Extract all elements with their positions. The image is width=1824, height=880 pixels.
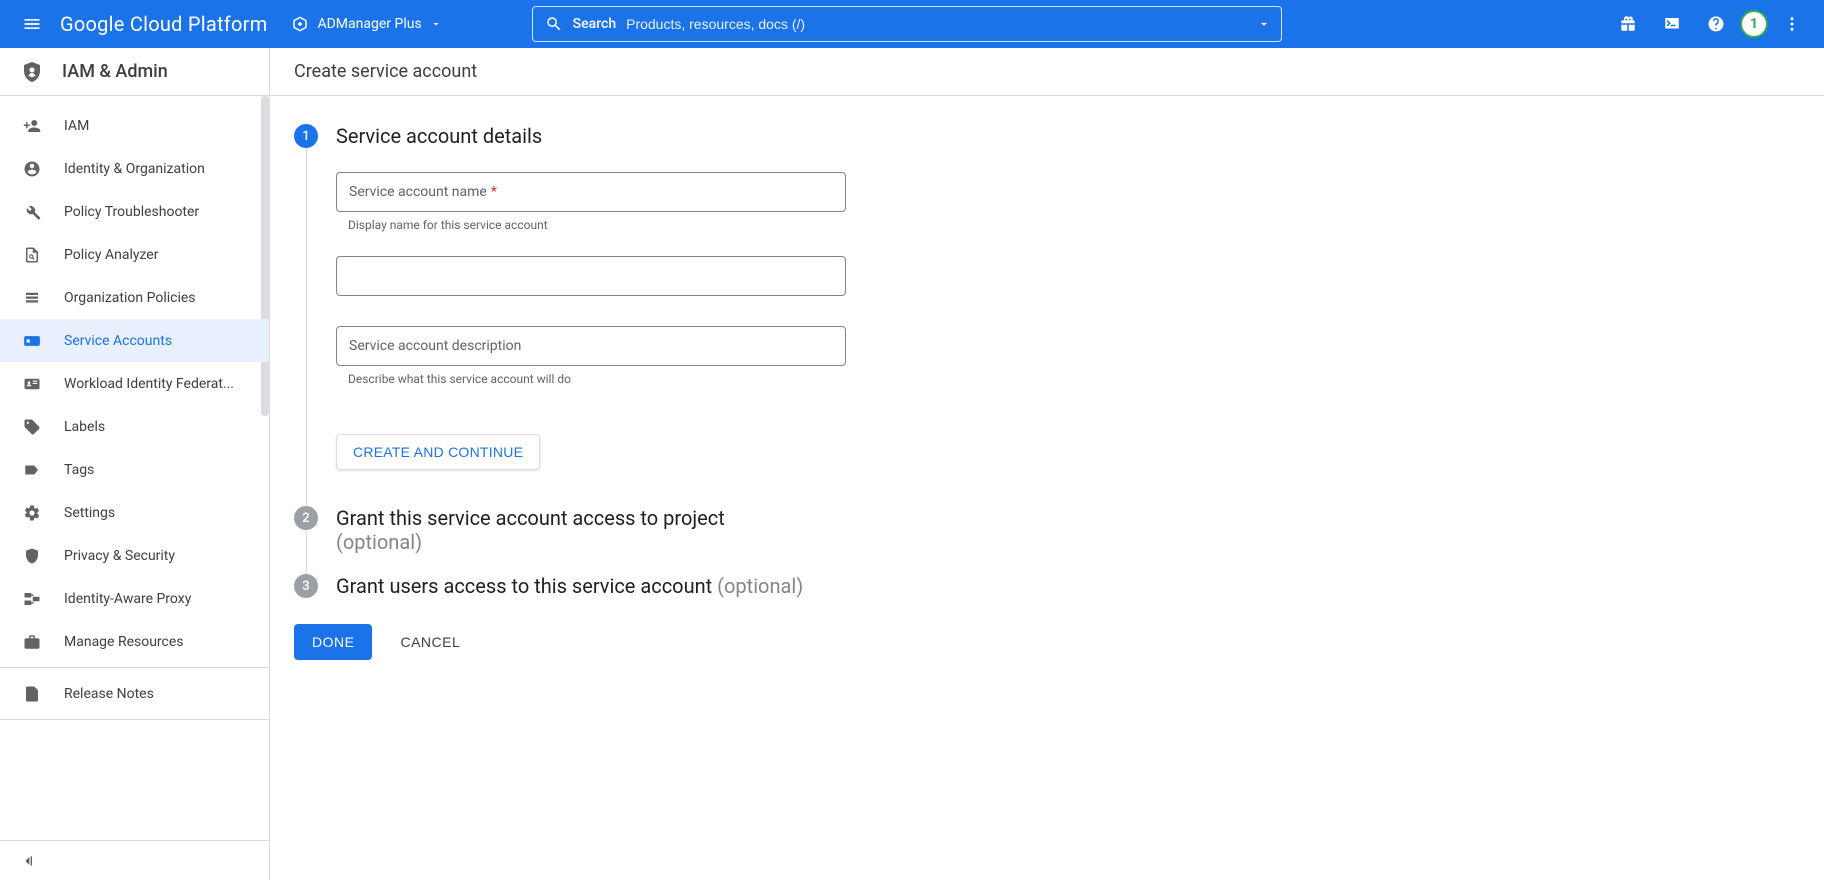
sidebar-item-label: Release Notes [64,686,253,702]
more-button[interactable] [1772,0,1812,48]
nav-menu-button[interactable] [8,0,56,48]
sidebar-item-label: Service Accounts [64,333,253,349]
help-button[interactable] [1696,0,1736,48]
desc-input-placeholder: Service account description [349,338,521,354]
service-account-description-field[interactable]: Service account description Describe wha… [336,326,846,386]
notifications-button[interactable]: 1 [1740,0,1768,48]
search-box[interactable]: Search [532,6,1282,42]
help-icon [1707,15,1725,33]
sidebar-item-label: Tags [64,462,253,478]
sidebar-item-label: IAM [64,118,253,134]
sidebar-item-policy-troubleshooter[interactable]: Policy Troubleshooter [0,190,269,233]
avatar-badge: 1 [1740,10,1768,38]
sidebar-collapse-button[interactable] [0,840,269,880]
step-2-badge: 2 [294,506,318,530]
project-name: ADManager Plus [317,16,421,32]
search-icon [545,15,563,33]
menu-icon [22,14,42,34]
step-1-title: Service account details [336,124,1194,148]
main: Create service account 1 Service account… [270,48,1824,880]
sidebar-item-manage-resources[interactable]: Manage Resources [0,620,269,663]
sidebar-title: IAM & Admin [62,61,168,82]
doc-search-icon [23,246,41,264]
sidebar-item-identity-org[interactable]: Identity & Organization [0,147,269,190]
project-picker[interactable]: ADManager Plus [291,15,441,33]
sidebar-item-label: Organization Policies [64,290,253,306]
sidebar-item-tags[interactable]: Tags [0,448,269,491]
sidebar-item-label: Workload Identity Federat... [64,376,253,392]
chevron-left-icon [20,853,36,869]
sidebar-item-privacy-security[interactable]: Privacy & Security [0,534,269,577]
sidebar-item-iam[interactable]: IAM [0,104,269,147]
done-button[interactable]: DONE [294,624,372,660]
step-2-title: Grant this service account access to pro… [336,506,1194,554]
sidebar-item-label: Identity & Organization [64,161,253,177]
search-dropdown-icon[interactable] [1257,17,1271,31]
desc-helper-text: Describe what this service account will … [348,372,846,386]
iam-admin-shield-icon [20,60,44,84]
sidebar-item-label: Labels [64,419,253,435]
more-vert-icon [1783,15,1801,33]
id-card-icon [23,375,41,393]
service-account-name-field[interactable]: Service account name* Display name for t… [336,172,846,232]
appbar: Google Cloud Platform ADManager Plus Sea… [0,0,1824,48]
person-add-icon [23,117,41,135]
sidebar-item-org-policies[interactable]: Organization Policies [0,276,269,319]
label-arrow-icon [23,461,41,479]
action-row: DONE CANCEL [294,624,1194,660]
sidebar-item-label: Manage Resources [64,634,253,650]
briefcase-gear-icon [23,633,41,651]
tag-icon [23,418,41,436]
step-3[interactable]: 3 Grant users access to this service acc… [294,574,1194,600]
caret-down-icon [430,18,442,30]
step-1-badge: 1 [294,124,318,148]
sidebar-item-service-accounts[interactable]: Service Accounts [0,319,269,362]
create-and-continue-button[interactable]: CREATE AND CONTINUE [336,434,540,470]
sidebar: IAM & Admin IAM Identity & Organization … [0,48,270,880]
sidebar-item-release-notes[interactable]: Release Notes [0,672,269,715]
step-1: 1 Service account details Service accoun… [294,124,1194,506]
sidebar-item-label: Identity-Aware Proxy [64,591,253,607]
step-3-optional: (optional) [717,574,803,598]
search-input[interactable] [626,16,1269,32]
sidebar-item-policy-analyzer[interactable]: Policy Analyzer [0,233,269,276]
person-circle-icon [23,160,41,178]
sidebar-item-label: Policy Analyzer [64,247,253,263]
sidebar-item-labels[interactable]: Labels [0,405,269,448]
name-helper-text: Display name for this service account [348,218,846,232]
page-title: Create service account [270,48,1824,96]
list-icon [23,289,41,307]
proxy-icon [23,590,41,608]
appbar-right: 1 [1608,0,1816,48]
sidebar-item-label: Privacy & Security [64,548,253,564]
gear-icon [23,504,41,522]
shield-icon [23,547,41,565]
sidebar-item-label: Policy Troubleshooter [64,204,253,220]
cloud-shell-button[interactable] [1652,0,1692,48]
step-2[interactable]: 2 Grant this service account access to p… [294,506,1194,574]
search-label: Search [573,16,616,32]
sidebar-item-settings[interactable]: Settings [0,491,269,534]
sidebar-item-workload-identity[interactable]: Workload Identity Federat... [0,362,269,405]
step-2-optional: (optional) [336,530,422,554]
sidebar-item-label: Settings [64,505,253,521]
project-icon [291,15,309,33]
product-name: Google Cloud Platform [60,12,267,36]
required-marker: * [491,184,497,200]
cloud-shell-icon [1663,15,1681,33]
sidebar-header[interactable]: IAM & Admin [0,48,269,96]
gift-button[interactable] [1608,0,1648,48]
service-account-id-field[interactable] [336,256,846,296]
sidebar-item-iap[interactable]: Identity-Aware Proxy [0,577,269,620]
step-3-title: Grant users access to this service accou… [336,574,1194,598]
service-account-icon [23,332,41,350]
gift-icon [1619,15,1637,33]
notes-icon [23,685,41,703]
step-3-badge: 3 [294,574,318,598]
wrench-icon [23,203,41,221]
cancel-button[interactable]: CANCEL [400,634,460,650]
name-input-placeholder: Service account name [349,184,487,200]
